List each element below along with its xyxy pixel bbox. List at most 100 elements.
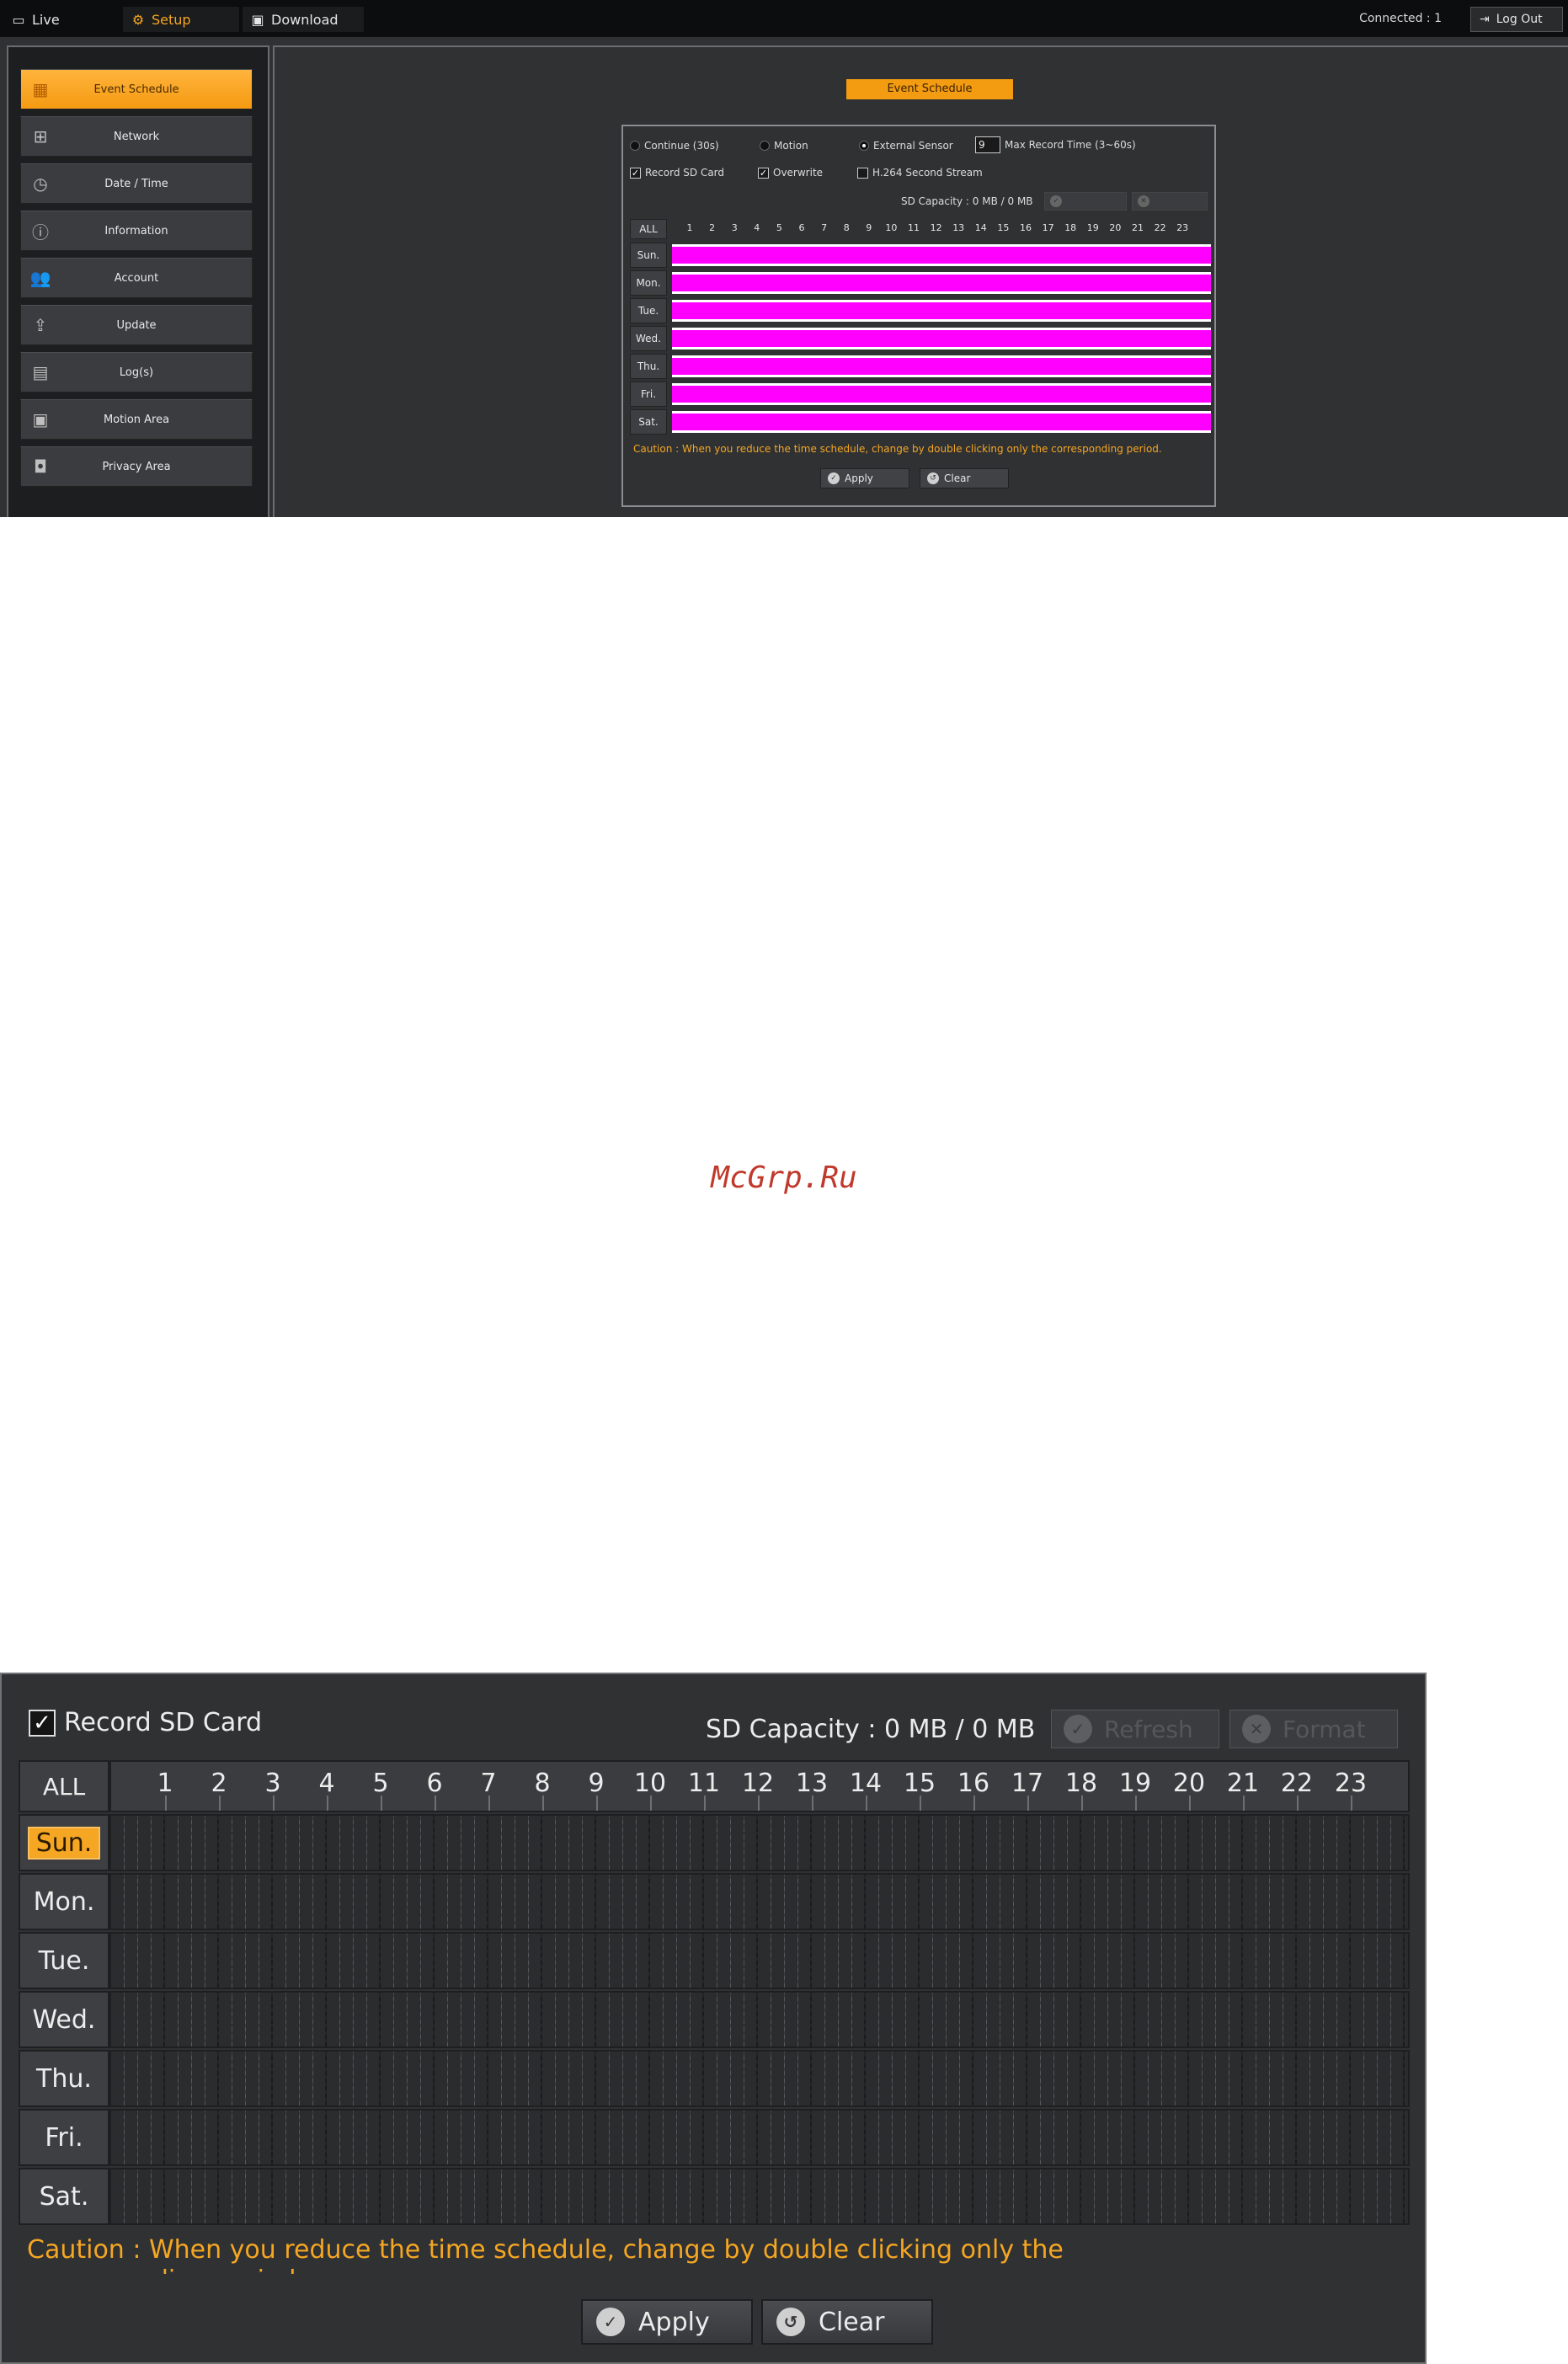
refresh-button[interactable]: ✓ Refresh <box>1044 192 1127 211</box>
hour-label[interactable]: 18 <box>1056 1769 1107 1798</box>
sidebar-item-account[interactable]: 👥 Account <box>20 258 253 298</box>
hour-label[interactable]: 20 <box>1164 1769 1214 1798</box>
hour-label[interactable]: 23 <box>1325 1769 1376 1798</box>
day-label[interactable]: Fri. <box>19 2109 109 2166</box>
day-label[interactable]: Wed. <box>19 1991 109 2048</box>
tab-live[interactable]: ▭ Live <box>3 7 120 32</box>
schedule-row[interactable] <box>109 1873 1410 1930</box>
hour-label[interactable]: 5 <box>355 1769 406 1798</box>
record-sd-checkbox[interactable]: ✓ Record SD Card <box>630 167 724 179</box>
mode-sensor-option[interactable]: External Sensor <box>859 140 953 152</box>
hour-label[interactable]: 8 <box>517 1769 568 1798</box>
hour-label[interactable]: 12 <box>733 1769 783 1798</box>
hour-label[interactable]: 17 <box>1002 1769 1053 1798</box>
day-label[interactable]: Sat. <box>19 2168 109 2225</box>
hour-label[interactable]: 21 <box>1218 1769 1268 1798</box>
sidebar-item-privacy-area[interactable]: ◘ Privacy Area <box>20 446 253 487</box>
sidebar-item-logs[interactable]: ▤ Log(s) <box>20 352 253 392</box>
format-button[interactable]: ✕ Format <box>1229 1710 1398 1748</box>
day-label[interactable]: Thu. <box>630 354 667 379</box>
mode-motion-option[interactable]: Motion <box>760 140 808 152</box>
hour-label[interactable]: 2 <box>701 222 723 233</box>
hour-label[interactable]: 1 <box>679 222 701 233</box>
day-label[interactable]: Sun. <box>19 1814 109 1871</box>
clear-button[interactable]: ↺ Clear <box>920 468 1009 488</box>
hour-label[interactable]: 8 <box>835 222 857 233</box>
schedule-row[interactable] <box>109 2109 1410 2166</box>
day-label[interactable]: Mon. <box>630 270 667 296</box>
schedule-row[interactable] <box>672 300 1211 322</box>
day-label[interactable]: Tue. <box>630 298 667 323</box>
hour-label[interactable]: 21 <box>1127 222 1149 233</box>
max-record-input[interactable]: 9 <box>975 136 1000 153</box>
schedule-row[interactable] <box>672 244 1211 266</box>
hour-label[interactable]: 3 <box>723 222 745 233</box>
clear-button[interactable]: ↺ Clear <box>761 2299 933 2345</box>
record-sd-checkbox[interactable]: ✓ Record SD Card <box>29 1708 262 1737</box>
day-label[interactable]: Sat. <box>630 409 667 435</box>
schedule-row[interactable] <box>672 383 1211 405</box>
sidebar-item-update[interactable]: ⇪ Update <box>20 305 253 345</box>
sidebar-item-date-time[interactable]: ◷ Date / Time <box>20 163 253 204</box>
schedule-row[interactable] <box>672 355 1211 377</box>
hour-label[interactable]: 15 <box>894 1769 945 1798</box>
sidebar-item-motion-area[interactable]: ▣ Motion Area <box>20 399 253 440</box>
all-button[interactable]: ALL <box>630 219 667 239</box>
hour-label[interactable]: 16 <box>1015 222 1037 233</box>
overwrite-checkbox[interactable]: ✓ Overwrite <box>758 167 823 179</box>
h264-checkbox[interactable]: H.264 Second Stream <box>857 167 983 179</box>
hour-label[interactable]: 6 <box>409 1769 460 1798</box>
hour-label[interactable]: 5 <box>768 222 790 233</box>
hour-label[interactable]: 1 <box>140 1769 190 1798</box>
refresh-button[interactable]: ✓ Refresh <box>1051 1710 1219 1748</box>
hour-label[interactable]: 7 <box>463 1769 514 1798</box>
day-label[interactable]: Mon. <box>19 1873 109 1930</box>
sidebar-item-network[interactable]: ⊞ Network <box>20 116 253 157</box>
day-label[interactable]: Sun. <box>630 243 667 268</box>
day-label[interactable]: Tue. <box>19 1932 109 1989</box>
day-label[interactable]: Fri. <box>630 382 667 407</box>
all-button[interactable]: ALL <box>19 1760 109 1812</box>
hour-label[interactable]: 2 <box>194 1769 244 1798</box>
hour-label[interactable]: 17 <box>1037 222 1059 233</box>
hour-label[interactable]: 12 <box>925 222 947 233</box>
sidebar-item-information[interactable]: ⓘ Information <box>20 211 253 251</box>
logout-button[interactable]: ⇥ Log Out <box>1470 7 1563 32</box>
hour-label[interactable]: 19 <box>1110 1769 1160 1798</box>
hour-label[interactable]: 22 <box>1272 1769 1322 1798</box>
hour-label[interactable]: 18 <box>1059 222 1081 233</box>
schedule-row[interactable] <box>672 411 1211 433</box>
schedule-row[interactable] <box>109 2050 1410 2107</box>
hour-label[interactable]: 19 <box>1082 222 1104 233</box>
hour-label[interactable]: 14 <box>970 222 992 233</box>
hour-label[interactable]: 7 <box>813 222 835 233</box>
tab-download[interactable]: ▣ Download <box>243 7 364 32</box>
tab-setup[interactable]: ⚙ Setup <box>123 7 239 32</box>
hour-label[interactable]: 20 <box>1104 222 1126 233</box>
sidebar-item-event-schedule[interactable]: ▦ Event Schedule <box>20 69 253 109</box>
hour-label[interactable]: 16 <box>948 1769 999 1798</box>
hour-label[interactable]: 23 <box>1171 222 1193 233</box>
format-button[interactable]: ✕ Format <box>1132 192 1208 211</box>
hour-label[interactable]: 9 <box>858 222 880 233</box>
hour-label[interactable]: 13 <box>947 222 969 233</box>
hour-label[interactable]: 15 <box>992 222 1014 233</box>
mode-continue-option[interactable]: Continue (30s) <box>630 140 719 152</box>
schedule-row[interactable] <box>672 328 1211 350</box>
schedule-row[interactable] <box>109 1932 1410 1989</box>
schedule-row[interactable] <box>109 1991 1410 2048</box>
hour-label[interactable]: 6 <box>791 222 813 233</box>
hour-label[interactable]: 14 <box>840 1769 891 1798</box>
hour-label[interactable]: 11 <box>679 1769 729 1798</box>
hour-label[interactable]: 13 <box>787 1769 837 1798</box>
apply-button[interactable]: ✓ Apply <box>820 468 909 488</box>
day-label[interactable]: Wed. <box>630 326 667 351</box>
schedule-row[interactable] <box>109 2168 1410 2225</box>
hour-label[interactable]: 4 <box>746 222 768 233</box>
hour-label[interactable]: 10 <box>880 222 902 233</box>
hour-label[interactable]: 22 <box>1149 222 1171 233</box>
apply-button[interactable]: ✓ Apply <box>581 2299 753 2345</box>
hour-label[interactable]: 11 <box>903 222 925 233</box>
schedule-row[interactable] <box>109 1814 1410 1871</box>
hour-label[interactable]: 4 <box>301 1769 352 1798</box>
